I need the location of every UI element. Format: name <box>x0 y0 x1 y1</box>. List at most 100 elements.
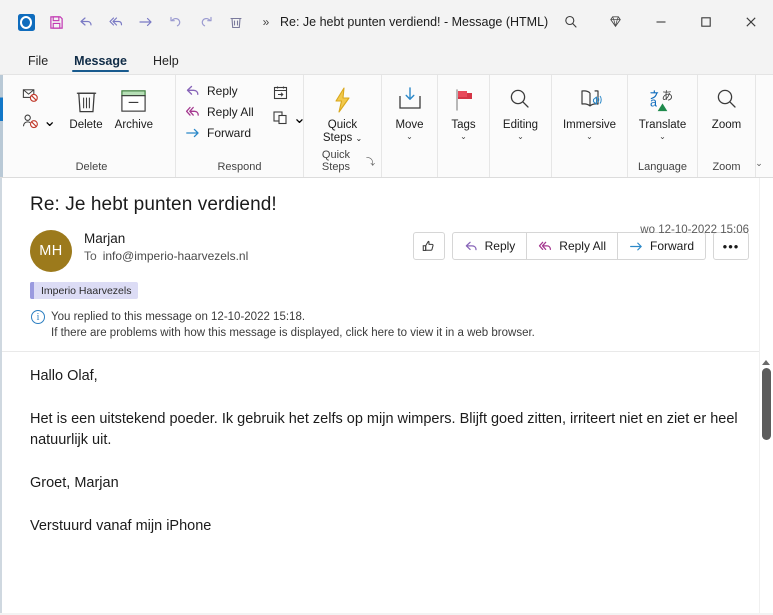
archive-button-label: Archive <box>114 119 154 131</box>
ribbon-group-tags-label <box>444 173 483 175</box>
body-paragraph-main: Het is een uitstekend poeder. Ik gebruik… <box>30 411 738 449</box>
move-label: Move <box>395 119 424 131</box>
category-badge[interactable]: Imperio Haarvezels <box>30 282 139 299</box>
recipient-line: To info@imperio-haarvezels.nl <box>84 249 248 263</box>
outlook-icon[interactable] <box>12 8 40 36</box>
tags-chevron-down-icon[interactable]: ⌄ <box>460 133 467 141</box>
vertical-scrollbar[interactable] <box>759 178 773 613</box>
translate-label: Translate <box>638 119 687 131</box>
forward-button[interactable]: Forward <box>617 232 706 260</box>
immersive-button[interactable]: Immersive ⌄ <box>558 80 621 142</box>
ribbon-group-editing-label <box>496 173 545 175</box>
thumbs-up-button[interactable] <box>412 232 445 260</box>
forward-icon <box>630 242 642 250</box>
category-color-bar <box>30 282 34 299</box>
ribbon-group-respond-label: Respond <box>217 161 262 173</box>
zoom-button[interactable]: Zoom <box>705 80 749 134</box>
ribbon-group-quick-steps: Quick Steps ⌄ Quick Steps ⤵ <box>304 75 382 177</box>
forward-button-label: Forward <box>649 239 694 253</box>
category-label: Imperio Haarvezels <box>41 284 132 297</box>
magnifier-icon <box>507 84 533 116</box>
forward-icon <box>185 125 201 141</box>
quick-steps-label-line2-text: Steps <box>322 132 353 145</box>
tab-file[interactable]: File <box>18 51 58 74</box>
delete-small-buttons: ⌄ <box>14 80 63 135</box>
ribbon-group-immersive-label <box>558 173 621 175</box>
ribbon-group-move: Move ⌄ <box>382 75 438 177</box>
ribbon-collapse-chevron-down-icon[interactable]: ⌄ <box>749 153 769 173</box>
tab-message[interactable]: Message <box>64 51 137 74</box>
body-paragraph-greeting: Hallo Olaf, <box>30 368 98 384</box>
delete-button[interactable]: Delete <box>63 80 108 134</box>
avatar[interactable]: MH <box>30 230 72 272</box>
page-title: Re: Je hebt punten verdiend! <box>30 194 277 215</box>
sender-row: MH Marjan To info@imperio-haarvezels.nl R… <box>30 230 749 272</box>
translate-chevron-down-icon[interactable]: ⌄ <box>659 133 666 141</box>
ribbon-tabs: File Message Help <box>0 44 773 74</box>
forward-icon[interactable] <box>132 8 160 36</box>
reply-all-icon <box>539 241 552 250</box>
ribbon-group-zoom-label: Zoom <box>712 161 741 173</box>
reply-icon[interactable] <box>72 8 100 36</box>
thumbs-up-icon <box>422 240 434 251</box>
delete-icon[interactable] <box>222 8 250 36</box>
redo-icon[interactable] <box>192 8 220 36</box>
message-body: Hallo Olaf, Het is een uitstekend poeder… <box>2 352 773 537</box>
ribbon-group-delete-label: Delete <box>75 161 108 173</box>
quick-steps-label-line1: Quick <box>327 119 358 131</box>
scrollbar-up-arrow-icon[interactable] <box>762 360 770 365</box>
junk-button[interactable]: ⌄ <box>18 109 59 133</box>
info-text-block: You replied to this message on 12-10-202… <box>51 309 535 341</box>
reply-all-button[interactable]: Reply All <box>182 102 261 122</box>
reading-pane: Re: Je hebt punten verdiend! MH Marjan T… <box>0 178 773 613</box>
zoom-icon <box>714 84 740 116</box>
reply-all-icon[interactable] <box>102 8 130 36</box>
reply-button[interactable]: Reply <box>451 232 528 260</box>
read-aloud-icon <box>576 84 604 116</box>
gem-icon[interactable] <box>593 2 638 42</box>
search-icon[interactable] <box>548 2 593 42</box>
quick-steps-group-text: Quick Steps <box>321 149 351 173</box>
quick-steps-dialog-launcher-icon[interactable]: ⤵ <box>366 155 375 168</box>
editing-chevron-down-icon[interactable]: ⌄ <box>517 133 524 141</box>
forward-button[interactable]: Forward <box>182 123 261 143</box>
minimize-button[interactable] <box>638 2 683 42</box>
save-icon[interactable] <box>42 8 70 36</box>
more-actions-button[interactable]: ••• <box>713 232 749 260</box>
move-chevron-down-icon[interactable]: ⌄ <box>406 133 413 141</box>
ribbon-group-language-label: Language <box>638 161 687 173</box>
translate-button[interactable]: aあ Translate ⌄ <box>634 80 691 142</box>
move-button[interactable]: Move ⌄ <box>388 80 432 142</box>
move-icon <box>396 84 424 116</box>
junk-chevron-down-icon[interactable]: ⌄ <box>43 111 56 131</box>
quick-steps-chevron-down-icon[interactable]: ⌄ <box>355 134 362 143</box>
window-controls <box>548 2 773 42</box>
editing-button[interactable]: Editing ⌄ <box>497 80 544 142</box>
respond-main-list: Reply Reply All Forward <box>182 80 261 143</box>
undo-icon[interactable] <box>162 8 190 36</box>
view-in-browser-notice[interactable]: If there are problems with how this mess… <box>51 325 535 341</box>
close-button[interactable] <box>728 2 773 42</box>
to-value[interactable]: info@imperio-haarvezels.nl <box>103 249 249 263</box>
immersive-label: Immersive <box>562 119 617 131</box>
ellipsis-icon: ••• <box>722 238 740 254</box>
reply-all-button[interactable]: Reply All <box>527 232 618 260</box>
quick-steps-button[interactable]: Quick Steps ⌄ <box>317 80 368 147</box>
ribbon-group-respond: Reply Reply All Forward ⌄ Respond <box>176 75 306 177</box>
maximize-button[interactable] <box>683 2 728 42</box>
sender-name[interactable]: Marjan <box>84 231 248 246</box>
tab-help[interactable]: Help <box>143 51 189 74</box>
reply-all-button-label: Reply All <box>559 239 606 253</box>
archive-button[interactable]: Archive <box>109 80 159 134</box>
qat-overflow-glyph: » <box>262 15 270 29</box>
ignore-button[interactable] <box>18 84 59 107</box>
info-bar: i You replied to this message on 12-10-2… <box>31 309 773 341</box>
reply-button[interactable]: Reply <box>182 81 261 101</box>
replied-notice: You replied to this message on 12-10-202… <box>51 311 306 323</box>
immersive-chevron-down-icon[interactable]: ⌄ <box>586 133 593 141</box>
tags-button[interactable]: Tags ⌄ <box>442 80 486 142</box>
scrollbar-thumb[interactable] <box>762 368 771 440</box>
ribbon-group-quick-steps-label: Quick Steps ⤵ <box>310 149 375 175</box>
reply-icon <box>465 241 477 250</box>
qat-overflow-icon[interactable]: » <box>252 8 280 36</box>
